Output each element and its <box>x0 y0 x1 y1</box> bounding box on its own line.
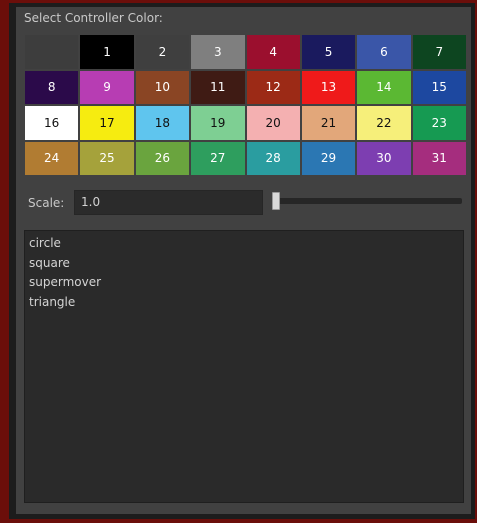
color-swatch-31[interactable]: 31 <box>412 141 466 175</box>
color-swatch-19[interactable]: 19 <box>191 106 245 140</box>
scale-slider-handle[interactable] <box>272 192 280 210</box>
color-swatch-13[interactable]: 13 <box>301 70 356 104</box>
color-swatch-28[interactable]: 28 <box>246 141 300 175</box>
color-swatch-17[interactable]: 17 <box>80 106 134 140</box>
color-swatch-27[interactable]: 27 <box>191 141 245 175</box>
color-swatch-3[interactable]: 3 <box>191 35 245 69</box>
color-swatch-7[interactable]: 7 <box>412 35 466 69</box>
color-swatch-25[interactable]: 25 <box>80 141 134 175</box>
color-swatch-14[interactable]: 14 <box>357 70 411 104</box>
shape-list-item[interactable]: square <box>28 254 460 274</box>
color-swatch-23[interactable]: 23 <box>412 106 466 140</box>
color-swatch-30[interactable]: 30 <box>357 141 411 175</box>
scale-slider-track[interactable] <box>272 198 462 204</box>
color-swatch-11[interactable]: 11 <box>191 70 245 104</box>
color-swatch-26[interactable]: 26 <box>135 141 190 175</box>
color-palette: 1 2 3 4 5 6 7 8 9 10 11 12 13 14 15 16 17 18 19 20 21 22 23 24 2… <box>25 35 466 175</box>
color-swatch-22[interactable]: 22 <box>357 106 411 140</box>
color-swatch-0[interactable] <box>25 35 79 69</box>
color-swatch-8[interactable]: 8 <box>25 70 79 104</box>
color-swatch-15[interactable]: 15 <box>412 70 466 104</box>
color-swatch-2[interactable]: 2 <box>135 35 190 69</box>
color-swatch-6[interactable]: 6 <box>357 35 411 69</box>
color-swatch-1[interactable]: 1 <box>80 35 134 69</box>
color-swatch-9[interactable]: 9 <box>80 70 134 104</box>
shape-list-item[interactable]: circle <box>28 234 460 254</box>
color-swatch-20[interactable]: 20 <box>246 106 300 140</box>
shape-list-item[interactable]: supermover <box>28 273 460 293</box>
shape-list[interactable]: circle square supermover triangle <box>24 230 464 503</box>
color-swatch-12[interactable]: 12 <box>246 70 300 104</box>
color-swatch-10[interactable]: 10 <box>135 70 190 104</box>
color-swatch-4[interactable]: 4 <box>246 35 300 69</box>
dialog-title: Select Controller Color: <box>24 11 163 25</box>
scale-label: Scale: <box>28 196 65 210</box>
scale-input[interactable]: 1.0 <box>74 190 263 215</box>
controller-color-dialog: Select Controller Color: 1 2 3 4 5 6 7 8 9 10 11 12… <box>16 7 471 514</box>
shape-list-item[interactable]: triangle <box>28 293 460 313</box>
color-swatch-24[interactable]: 24 <box>25 141 79 175</box>
color-swatch-18[interactable]: 18 <box>135 106 190 140</box>
color-swatch-29[interactable]: 29 <box>301 141 356 175</box>
color-swatch-21[interactable]: 21 <box>301 106 356 140</box>
color-swatch-16[interactable]: 16 <box>25 106 79 140</box>
color-swatch-5[interactable]: 5 <box>301 35 356 69</box>
